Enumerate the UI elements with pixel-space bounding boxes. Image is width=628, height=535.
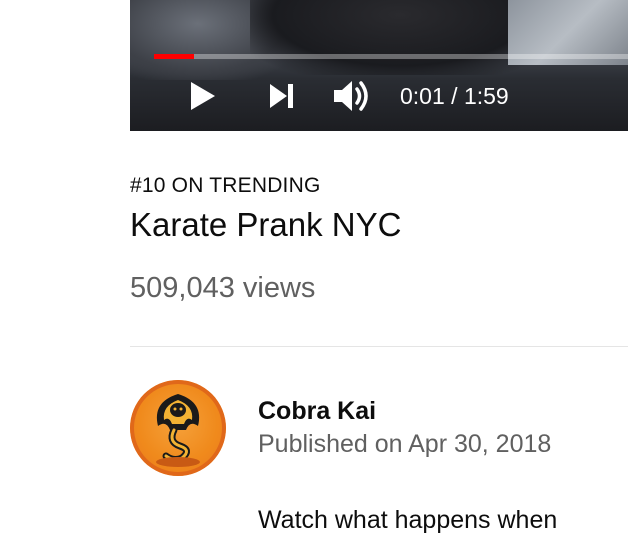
time-display: 0:01 / 1:59 [400,82,509,110]
current-time: 0:01 [400,83,445,109]
next-button[interactable] [268,82,296,110]
cobra-logo-icon [130,380,226,476]
channel-avatar[interactable] [130,380,226,476]
progress-played [154,54,194,59]
video-title: Karate Prank NYC [130,206,402,243]
channel-name[interactable]: Cobra Kai [258,396,376,426]
progress-bar[interactable] [154,54,628,59]
publish-date: Published on Apr 30, 2018 [258,430,552,458]
time-separator: / [444,83,464,109]
player-controls: 0:01 / 1:59 [130,72,628,120]
next-icon [270,84,293,108]
divider [130,346,628,347]
trending-badge[interactable]: #10 ON TRENDING [130,173,321,199]
duration: 1:59 [463,83,509,109]
play-button[interactable] [186,80,218,112]
video-player[interactable]: 0:01 / 1:59 [130,0,628,131]
volume-icon [334,81,368,111]
view-count: 509,043 views [130,272,316,304]
play-icon [191,82,215,110]
volume-button[interactable] [332,78,372,114]
description-text: Watch what happens when [258,506,558,534]
